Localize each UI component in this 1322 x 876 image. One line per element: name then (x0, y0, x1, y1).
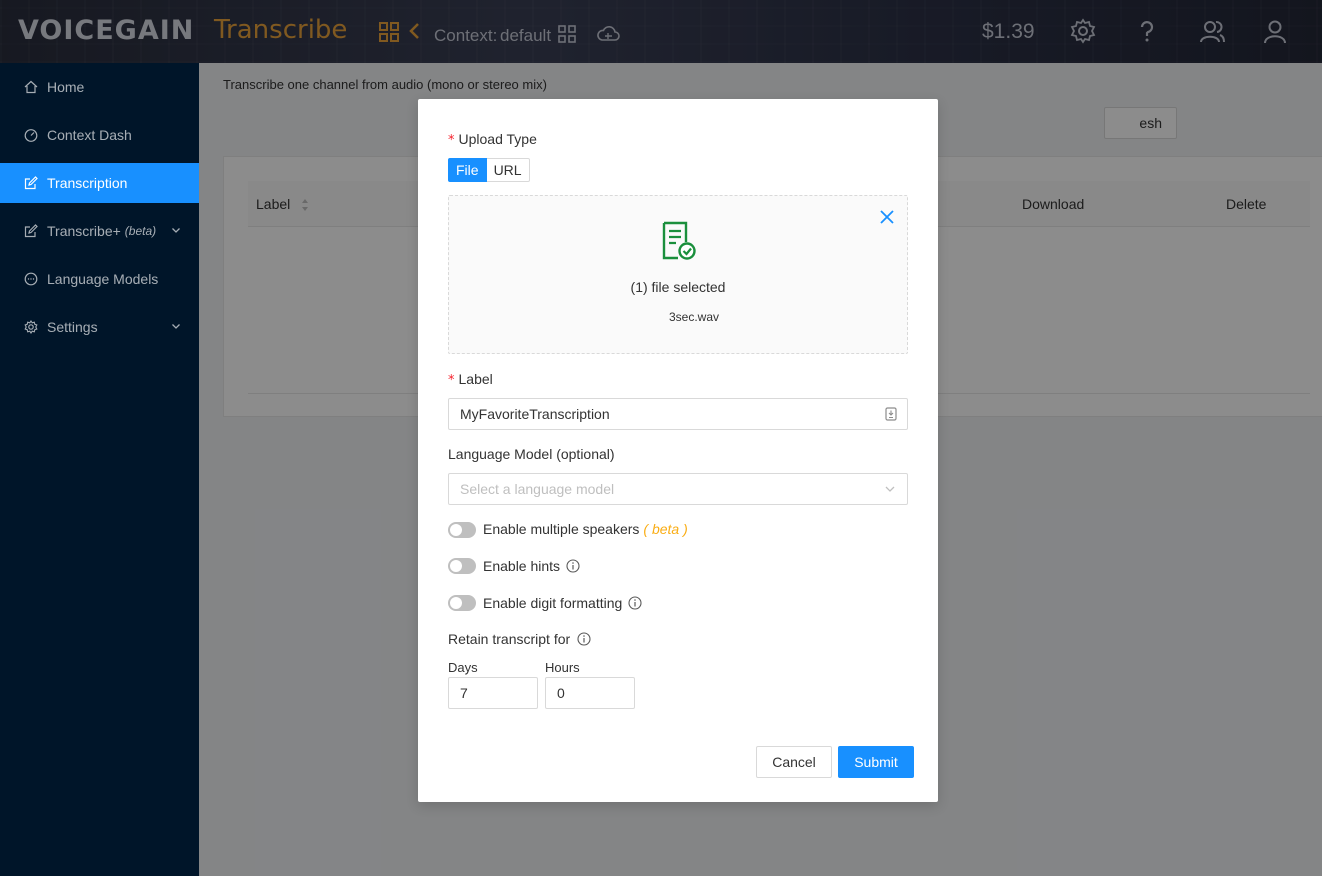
days-label: Days (448, 660, 478, 675)
upload-type-toggle: File URL (448, 158, 530, 182)
upload-type-file-button[interactable]: File (448, 158, 487, 182)
edit-icon (24, 224, 38, 238)
hints-switch[interactable] (448, 558, 476, 574)
autofill-icon[interactable] (885, 407, 897, 421)
label-input-value: MyFavoriteTranscription (460, 406, 610, 422)
chevron-down-icon[interactable] (171, 225, 181, 235)
digit-formatting-switch[interactable] (448, 595, 476, 611)
language-model-select[interactable]: Select a language model (448, 473, 908, 505)
required-mark: * (448, 373, 455, 388)
language-model-label: Language Model (optional) (448, 446, 615, 462)
sidebar-item-context-dash[interactable]: Context Dash (0, 115, 199, 155)
cancel-button[interactable]: Cancel (756, 746, 832, 778)
digit-formatting-label: Enable digit formatting (483, 595, 623, 611)
sidebar-item-label: Context Dash (47, 127, 132, 143)
dashboard-icon (24, 129, 38, 142)
sidebar-item-transcribe-plus[interactable]: Transcribe+ (beta) (0, 211, 199, 251)
multiple-speakers-text: Enable multiple speakers (483, 521, 640, 537)
beta-tag: ( beta ) (643, 521, 688, 537)
close-icon[interactable] (879, 209, 895, 225)
beta-tag: (beta) (124, 224, 157, 238)
file-dropzone[interactable]: (1) file selected 3sec.wav (448, 195, 908, 354)
sidebar: Home Context Dash Transcription Transcri… (0, 63, 199, 876)
info-icon[interactable] (566, 559, 580, 573)
chevron-down-icon[interactable] (171, 321, 181, 331)
modal-mask-header (0, 0, 1322, 63)
submit-button[interactable]: Submit (838, 746, 914, 778)
label-input[interactable]: MyFavoriteTranscription (448, 398, 908, 430)
file-count-text: (1) file selected (630, 279, 726, 295)
language-model-placeholder: Select a language model (460, 481, 615, 497)
hours-label: Hours (545, 660, 580, 675)
upload-type-label: * Upload Type (448, 131, 537, 148)
retain-label: Retain transcript for (448, 631, 571, 647)
required-mark: * (448, 133, 455, 148)
upload-type-url-button[interactable]: URL (486, 158, 530, 182)
message-icon (24, 272, 38, 286)
label-field-text: Label (458, 371, 493, 387)
sidebar-item-transcription[interactable]: Transcription (0, 163, 199, 203)
label-field-label: * Label (448, 371, 493, 388)
sidebar-item-label: Language Models (47, 271, 159, 287)
upload-modal: * Upload Type File URL (1) file selected … (418, 99, 938, 802)
info-icon[interactable] (628, 596, 642, 610)
hours-input[interactable]: 0 (545, 677, 635, 709)
upload-type-text: Upload Type (458, 131, 537, 147)
gear-icon (24, 320, 38, 334)
edit-icon (24, 176, 38, 190)
sidebar-item-label: Home (47, 79, 85, 95)
chevron-down-icon (885, 486, 895, 492)
multiple-speakers-label: Enable multiple speakers( beta ) (483, 521, 688, 537)
multiple-speakers-switch[interactable] (448, 522, 476, 538)
sidebar-item-home[interactable]: Home (0, 67, 199, 107)
days-input[interactable]: 7 (448, 677, 538, 709)
home-icon (24, 80, 38, 94)
sidebar-item-label: Settings (47, 319, 98, 335)
sidebar-item-language-models[interactable]: Language Models (0, 259, 199, 299)
hints-label: Enable hints (483, 558, 561, 574)
sidebar-item-settings[interactable]: Settings (0, 307, 199, 347)
sidebar-item-label: Transcription (47, 175, 128, 191)
info-icon[interactable] (577, 632, 591, 646)
file-name: 3sec.wav (668, 310, 720, 324)
sidebar-item-label: Transcribe+ (47, 223, 121, 239)
file-check-icon (662, 221, 696, 260)
